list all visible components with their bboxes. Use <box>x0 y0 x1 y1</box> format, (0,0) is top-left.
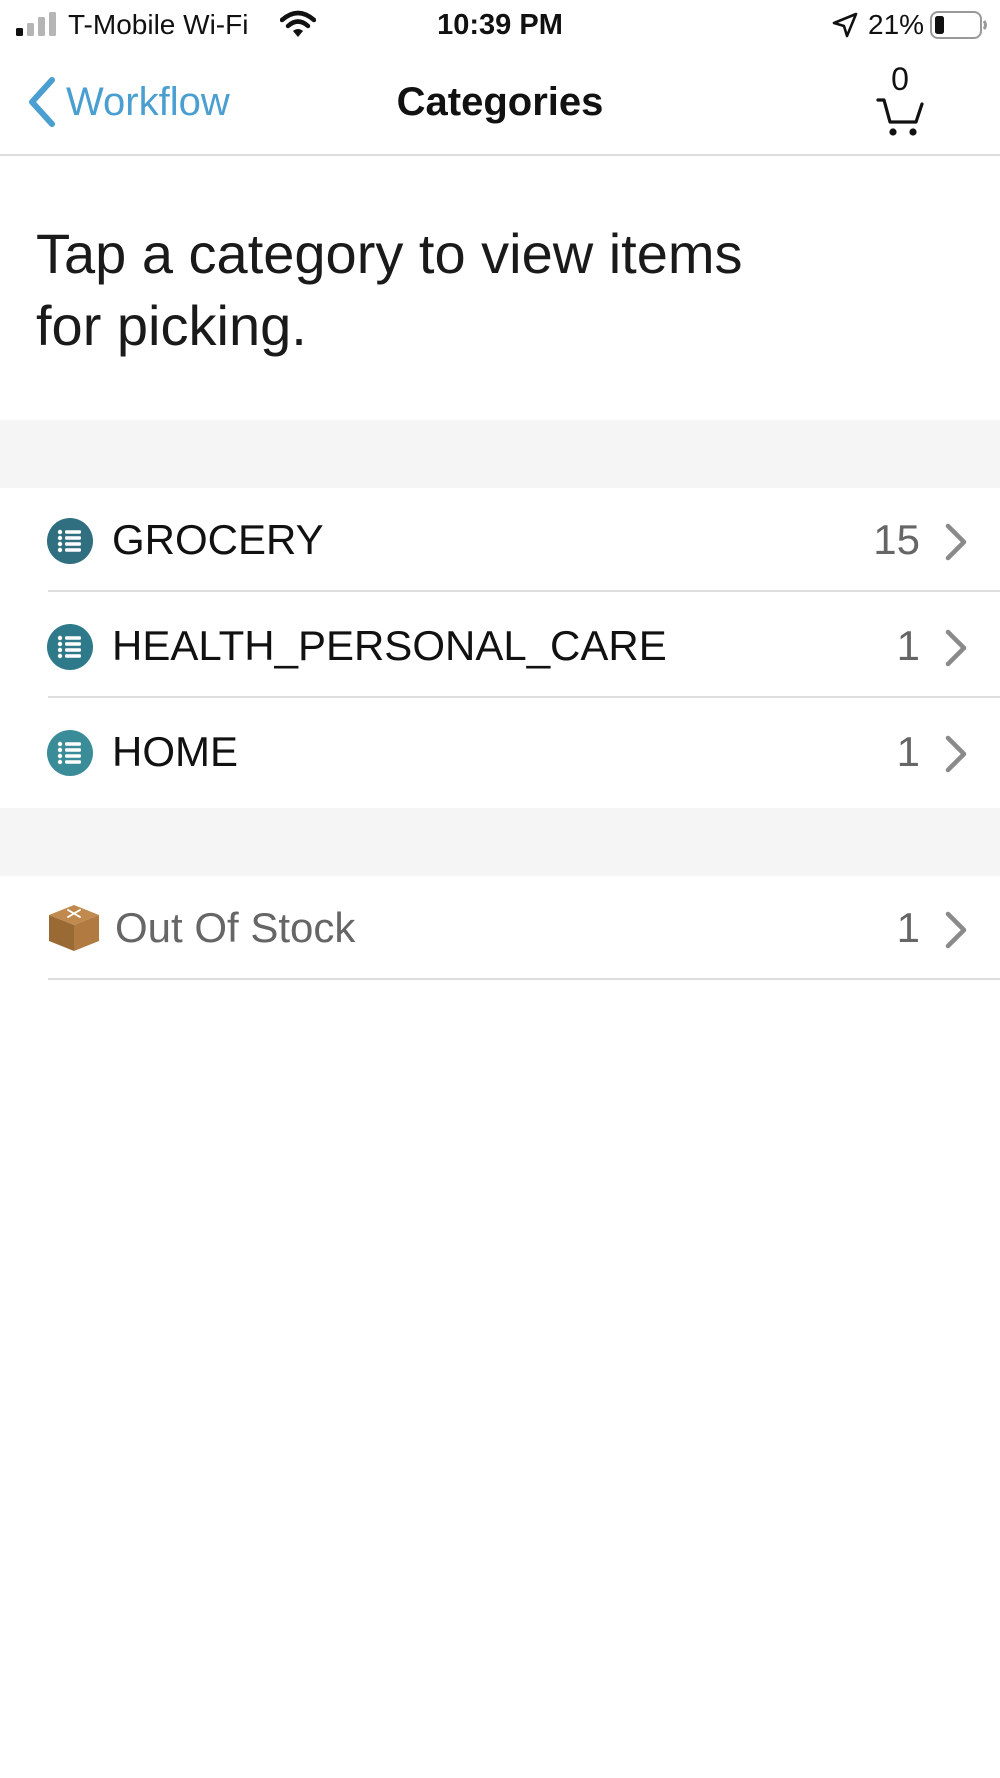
category-count: 1 <box>896 622 920 669</box>
chevron-right-icon <box>945 523 967 561</box>
back-button[interactable]: Workflow <box>26 74 230 130</box>
list-icon <box>47 730 93 776</box>
out-of-stock-row[interactable]: Out Of Stock 1 <box>0 876 1000 980</box>
battery-percentage: 21% <box>868 9 925 40</box>
list-icon <box>47 624 93 670</box>
chevron-right-icon <box>945 911 967 949</box>
chevron-right-icon <box>945 629 967 667</box>
list-icon <box>47 518 93 564</box>
back-button-label: Workflow <box>66 79 230 124</box>
category-count: 15 <box>873 516 920 563</box>
row-divider <box>48 696 1000 698</box>
battery-icon <box>930 11 987 39</box>
cart-icon <box>876 98 924 136</box>
carrier-name: T-Mobile Wi-Fi <box>68 9 249 40</box>
cart-button[interactable]: 0 <box>870 62 930 142</box>
box-icon <box>49 905 99 951</box>
navigation-bar: Workflow Categories 0 <box>0 52 1000 156</box>
cart-count: 0 <box>891 61 909 97</box>
status-bar: T-Mobile Wi-Fi 10:39 PM 21% <box>0 0 1000 50</box>
category-label: HEALTH_PERSONAL_CARE <box>112 622 667 669</box>
category-count: 1 <box>896 728 920 775</box>
category-row-health-personal-care[interactable]: HEALTH_PERSONAL_CARE 1 <box>0 594 1000 698</box>
out-of-stock-count: 1 <box>896 904 920 951</box>
out-of-stock-label: Out Of Stock <box>115 904 356 951</box>
page-title: Categories <box>396 80 604 124</box>
category-label: GROCERY <box>112 516 324 563</box>
row-divider <box>48 978 1000 980</box>
location-arrow-icon <box>832 12 858 38</box>
status-time: 10:39 PM <box>437 9 563 41</box>
signal-icon <box>16 12 56 36</box>
instructions-text: Tap a category to view items for picking… <box>36 222 743 357</box>
section-spacer <box>0 420 1000 488</box>
chevron-left-icon <box>29 77 55 127</box>
category-row-home[interactable]: HOME 1 <box>0 700 1000 804</box>
chevron-right-icon <box>945 735 967 773</box>
wifi-icon <box>280 10 316 37</box>
section-spacer <box>0 808 1000 876</box>
category-label: HOME <box>112 728 238 775</box>
category-row-grocery[interactable]: GROCERY 15 <box>0 488 1000 592</box>
row-divider <box>48 590 1000 592</box>
